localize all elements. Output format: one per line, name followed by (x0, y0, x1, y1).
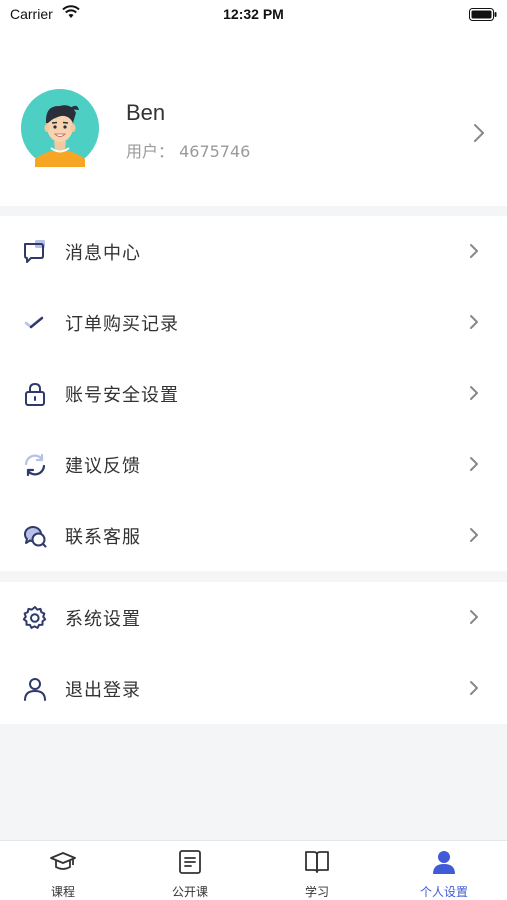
refresh-icon (24, 453, 46, 477)
lock-icon (25, 382, 45, 406)
menu-item-label: 账号安全设置 (65, 385, 179, 406)
menu-item-label: 联系客服 (65, 527, 141, 548)
tab-label: 公开课 (171, 885, 208, 899)
battery-icon (469, 8, 497, 21)
menu-item-label: 建议反馈 (65, 456, 141, 477)
menu-group-account: 消息中心 订单购买记录 账号安全设置 建议反馈 联系客服 (0, 216, 507, 571)
menu-item-logout[interactable]: 退出登录 (0, 653, 507, 724)
avatar (21, 89, 99, 167)
menu-item-system-settings[interactable]: 系统设置 (0, 582, 507, 653)
user-icon (433, 851, 455, 874)
tab-label: 个人设置 (419, 885, 468, 899)
menu-item-account-security[interactable]: 账号安全设置 (0, 358, 507, 429)
chevron-right-icon (470, 610, 478, 624)
clock: 12:32 PM (223, 6, 284, 22)
graduation-cap-icon (50, 852, 76, 870)
tab-label: 学习 (304, 885, 329, 899)
status-bar: Carrier 12:32 PM (0, 0, 507, 30)
menu-item-customer-service[interactable]: 联系客服 (0, 500, 507, 571)
chevron-right-icon (470, 681, 478, 695)
gear-icon (22, 606, 47, 629)
tab-label: 课程 (50, 885, 75, 899)
tab-personal-settings[interactable]: 个人设置 (381, 841, 507, 900)
chevron-right-icon (470, 315, 478, 329)
user-name: Ben (126, 100, 166, 125)
book-icon (305, 851, 329, 873)
document-icon (179, 850, 201, 874)
chevron-right-icon (470, 528, 478, 542)
menu-item-messages[interactable]: 消息中心 (0, 216, 507, 287)
chevron-right-icon (470, 457, 478, 471)
menu-item-label: 退出登录 (65, 680, 141, 701)
tab-study[interactable]: 学习 (254, 841, 380, 900)
menu-item-label: 系统设置 (65, 609, 141, 630)
chat-bubbles-icon (24, 526, 47, 548)
user-id: 用户： 4675746 (126, 142, 251, 161)
menu-group-system: 系统设置 退出登录 (0, 582, 507, 724)
menu-item-feedback[interactable]: 建议反馈 (0, 429, 507, 500)
tab-open-courses[interactable]: 公开课 (127, 841, 253, 900)
check-icon (24, 316, 44, 329)
message-icon (24, 240, 45, 263)
person-icon (24, 678, 46, 701)
tab-courses[interactable]: 课程 (0, 841, 126, 900)
tab-bar: 课程 公开课 学习 个人设置 (0, 840, 507, 900)
menu-item-label: 消息中心 (65, 243, 141, 264)
menu-item-order-history[interactable]: 订单购买记录 (0, 287, 507, 358)
menu-item-label: 订单购买记录 (65, 314, 179, 335)
chevron-right-icon (474, 124, 484, 142)
chevron-right-icon (470, 386, 478, 400)
chevron-right-icon (470, 244, 478, 258)
profile-header[interactable]: Ben 用户： 4675746 (0, 30, 507, 206)
